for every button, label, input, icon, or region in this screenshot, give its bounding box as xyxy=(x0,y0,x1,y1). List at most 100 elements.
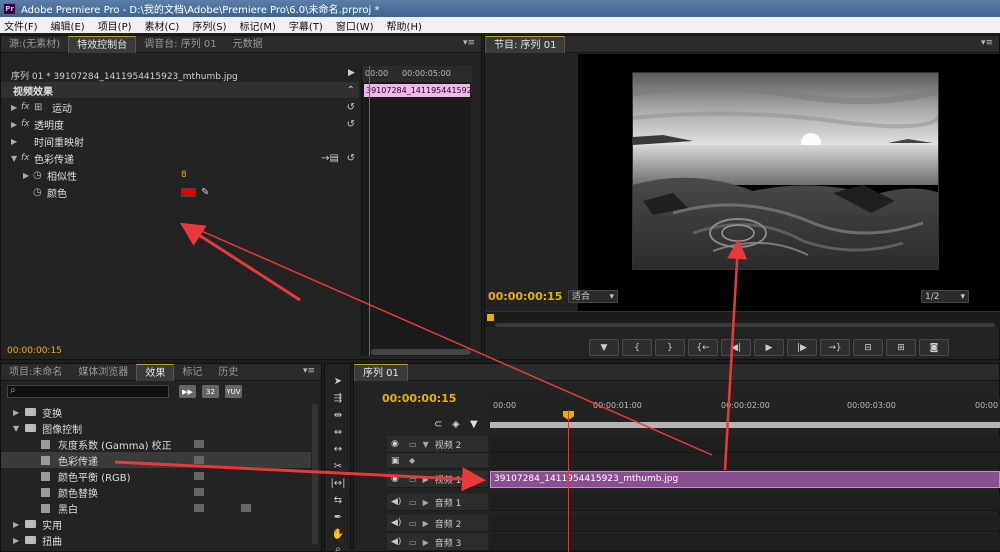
tab-markers[interactable]: 标记 xyxy=(174,364,210,381)
expand-triangle-icon[interactable]: ▶ xyxy=(13,520,19,529)
effect-row-color-pass[interactable]: ▼ fx 色彩传递 →▤ ↺ xyxy=(1,150,359,166)
effects-scrollbar[interactable] xyxy=(312,404,318,544)
keyframe-icon[interactable]: ◆ xyxy=(409,456,415,465)
snap-icon[interactable]: ⊂ xyxy=(434,419,442,430)
effect-timeline-clip[interactable]: 39107284_1411954415923_mthumb.jpg xyxy=(364,84,470,97)
zoom-fit-select[interactable]: 适合 ▾ xyxy=(568,290,618,303)
effect-row-opacity[interactable]: ▶ fx 透明度 ↺ xyxy=(1,116,359,132)
step-back-button[interactable]: ◀| xyxy=(721,339,751,356)
tree-effect-color-replace[interactable]: 颜色替换 xyxy=(1,484,311,500)
slide-tool-icon[interactable]: ⇆ xyxy=(329,493,347,508)
menu-file[interactable]: 文件(F) xyxy=(4,18,38,33)
reset-icon[interactable]: ↺ xyxy=(347,153,355,164)
video-1-clip[interactable]: 39107284_1411954415923_mthumb.jpg xyxy=(490,471,1000,488)
speaker-icon[interactable]: ◀) xyxy=(391,518,403,528)
track-lock-icon[interactable]: ▭ xyxy=(409,519,417,528)
menu-clip[interactable]: 素材(C) xyxy=(145,18,180,33)
similarity-value[interactable]: 8 xyxy=(181,170,187,180)
play-only-icon[interactable]: ▶ xyxy=(348,68,355,78)
collapse-icon[interactable]: ⌃ xyxy=(347,85,355,96)
panel-menu-icon[interactable]: ▾≡ xyxy=(981,38,993,48)
accelerated-effects-icon[interactable]: ▶▶ xyxy=(179,385,196,398)
track-lock-icon[interactable]: ▭ xyxy=(409,475,417,484)
speaker-icon[interactable]: ◀) xyxy=(391,537,403,547)
timeline-playhead[interactable] xyxy=(568,410,569,552)
track-lock-icon[interactable]: ▭ xyxy=(409,538,417,547)
program-time-ruler[interactable] xyxy=(485,311,1000,327)
tree-folder-image-control[interactable]: ▼ 图像控制 xyxy=(1,420,311,436)
collapse-triangle-icon[interactable]: ▼ xyxy=(13,424,19,433)
expand-triangle-icon[interactable]: ▶ xyxy=(11,103,21,112)
program-timecode[interactable]: 00:00:00:15 xyxy=(488,290,562,303)
go-to-out-button[interactable]: →} xyxy=(820,339,850,356)
tree-folder-distort[interactable]: ▶ 扭曲 xyxy=(1,532,311,548)
tab-sequence[interactable]: 序列 01 xyxy=(354,363,408,381)
expand-triangle-icon[interactable]: ▶ xyxy=(11,120,21,129)
tab-project[interactable]: 项目:未命名 xyxy=(1,364,70,381)
slip-tool-icon[interactable]: |↔| xyxy=(329,476,347,491)
track-lane-audio-1[interactable] xyxy=(489,494,1000,511)
fx-icon[interactable]: fx xyxy=(21,153,34,163)
tab-media-browser[interactable]: 媒体浏览器 xyxy=(70,364,136,381)
panel-menu-icon[interactable]: ▾≡ xyxy=(463,38,475,48)
step-forward-button[interactable]: |▶ xyxy=(787,339,817,356)
track-lane-video-2[interactable] xyxy=(489,436,1000,453)
zoom-tool-icon[interactable]: ⌕ xyxy=(329,542,347,552)
program-viewer[interactable] xyxy=(578,54,1000,319)
track-header-audio-1[interactable]: ◀) ▭ ▶ 音频 1 xyxy=(387,494,488,511)
speaker-icon[interactable]: ◀) xyxy=(391,497,403,507)
tab-metadata[interactable]: 元数据 xyxy=(225,36,271,53)
tree-effect-color-pass[interactable]: 色彩传递 xyxy=(1,452,311,468)
expand-triangle-icon[interactable]: ▶ xyxy=(11,137,21,146)
eyedropper-icon[interactable]: ✎ xyxy=(201,187,209,198)
tree-effect-gamma[interactable]: 灰度系数 (Gamma) 校正 xyxy=(1,436,311,452)
stopwatch-icon[interactable]: ◷ xyxy=(33,170,47,181)
expand-triangle-icon[interactable]: ▶ xyxy=(423,498,429,507)
stopwatch-icon[interactable]: ◷ xyxy=(33,187,47,198)
effect-row-motion[interactable]: ▶ fx ⊞ 运动 ↺ xyxy=(1,99,359,115)
pen-tool-icon[interactable]: ✒ xyxy=(329,510,347,525)
work-area-bar[interactable] xyxy=(490,422,1000,428)
track-lock-icon[interactable]: ▭ xyxy=(409,440,417,449)
reset-icon[interactable]: ↺ xyxy=(347,119,355,130)
effect-row-time-remap[interactable]: ▶ 时间重映射 xyxy=(1,133,359,149)
track-header-video-1[interactable]: ◉ ▭ ▶ 视频 1 xyxy=(387,471,488,488)
zoom-scrollbar[interactable] xyxy=(495,323,995,327)
menu-edit[interactable]: 编辑(E) xyxy=(51,18,85,33)
track-lane-video-2-expanded[interactable] xyxy=(489,453,1000,469)
hand-tool-icon[interactable]: ✋ xyxy=(329,527,347,542)
eye-icon[interactable]: ◉ xyxy=(391,474,403,484)
menu-window[interactable]: 窗口(W) xyxy=(336,18,374,33)
playback-resolution-select[interactable]: 1/2 ▾ xyxy=(921,290,969,303)
marker-icon[interactable]: ▼ xyxy=(470,419,478,430)
export-frame-button[interactable]: ◙ xyxy=(919,339,949,356)
expand-triangle-icon[interactable]: ▼ xyxy=(423,440,429,449)
mark-out-button[interactable]: } xyxy=(655,339,685,356)
set-marker-icon[interactable]: ◈ xyxy=(452,419,460,430)
track-header-audio-2[interactable]: ◀) ▭ ▶ 音频 2 xyxy=(387,515,488,532)
ripple-edit-tool-icon[interactable]: ⇹ xyxy=(329,408,347,423)
track-lane-video-1[interactable]: 39107284_1411954415923_mthumb.jpg xyxy=(489,471,1000,488)
effect-timeline-scrollbar[interactable] xyxy=(371,349,471,355)
track-header-audio-3[interactable]: ◀) ▭ ▶ 音频 3 xyxy=(387,534,488,551)
panel-menu-icon[interactable]: ▾≡ xyxy=(303,366,315,376)
tab-program[interactable]: 节目: 序列 01 xyxy=(485,35,566,53)
settings-icon[interactable]: →▤ xyxy=(321,153,339,164)
selection-tool-icon[interactable]: ➤ xyxy=(329,374,347,389)
tab-source[interactable]: 源:(无素材) xyxy=(1,36,68,53)
go-to-in-button[interactable]: {← xyxy=(688,339,718,356)
display-style-icon[interactable]: ▣ xyxy=(391,456,403,466)
effects-search-input[interactable]: ⌕ xyxy=(7,385,169,398)
fx-icon[interactable]: fx xyxy=(21,102,34,112)
color-swatch[interactable] xyxy=(181,187,196,197)
playhead-marker-icon[interactable] xyxy=(487,314,494,321)
track-lock-icon[interactable]: ▭ xyxy=(409,498,417,507)
fx-icon[interactable]: fx xyxy=(21,119,34,129)
expand-triangle-icon[interactable]: ▶ xyxy=(23,171,33,180)
extract-button[interactable]: ⊞ xyxy=(886,339,916,356)
add-marker-button[interactable]: ▼ xyxy=(589,339,619,356)
tree-effect-black-white[interactable]: 黑白 xyxy=(1,500,311,516)
tree-effect-color-balance-rgb[interactable]: 颜色平衡 (RGB) xyxy=(1,468,311,484)
expand-triangle-icon[interactable]: ▶ xyxy=(423,475,429,484)
reset-icon[interactable]: ↺ xyxy=(347,102,355,113)
